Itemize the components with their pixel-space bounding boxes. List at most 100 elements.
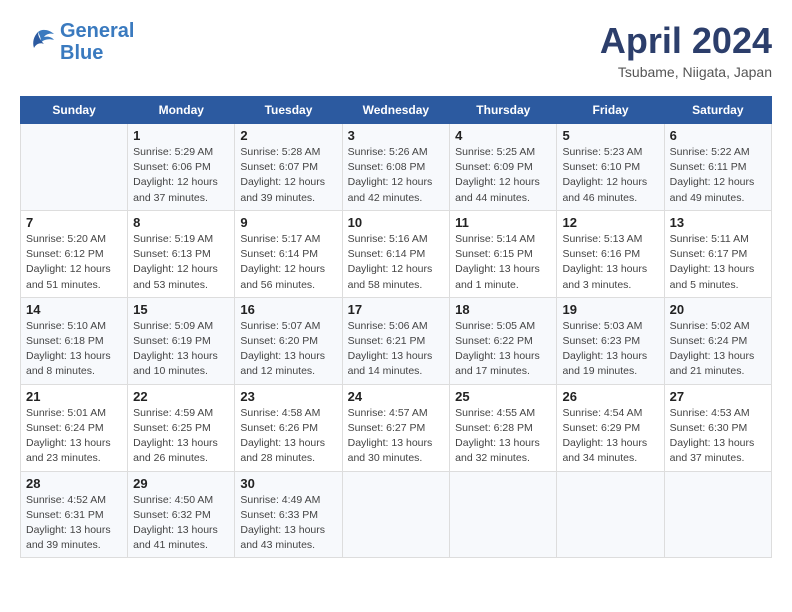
cell-info: Sunrise: 4:55 AM Sunset: 6:28 PM Dayligh… xyxy=(455,406,551,467)
calendar-cell: 2 Sunrise: 5:28 AM Sunset: 6:07 PM Daylig… xyxy=(235,124,342,211)
day-number: 8 xyxy=(133,215,229,230)
calendar-cell: 16 Sunrise: 5:07 AM Sunset: 6:20 PM Dayli… xyxy=(235,297,342,384)
cell-info: Sunrise: 5:14 AM Sunset: 6:15 PM Dayligh… xyxy=(455,232,551,293)
day-number: 21 xyxy=(26,389,122,404)
calendar-cell: 29Sunrise: 4:50 AM Sunset: 6:32 PM Dayli… xyxy=(128,471,235,558)
cell-info: Sunrise: 5:26 AM Sunset: 6:08 PM Dayligh… xyxy=(348,145,445,206)
day-number: 28 xyxy=(26,476,122,491)
calendar-cell xyxy=(450,471,557,558)
day-number: 17 xyxy=(348,302,445,317)
day-header-thursday: Thursday xyxy=(450,97,557,124)
cell-info: Sunrise: 5:17 AM Sunset: 6:14 PM Dayligh… xyxy=(240,232,336,293)
week-row-5: 28 Sunrise: 4:52 AM Sunset: 6:31 PM Dayli… xyxy=(21,471,772,558)
day-header-wednesday: Wednesday xyxy=(342,97,450,124)
cell-info: Sunrise: 5:22 AM Sunset: 6:11 PM Dayligh… xyxy=(670,145,766,206)
cell-info: Sunrise: 4:53 AM Sunset: 6:30 PM Dayligh… xyxy=(670,406,766,467)
calendar-cell: 7 Sunrise: 5:20 AM Sunset: 6:12 PM Daylig… xyxy=(21,210,128,297)
day-number: 13 xyxy=(670,215,766,230)
day-number: 15 xyxy=(133,302,229,317)
day-number: 11 xyxy=(455,215,551,230)
calendar-cell: 3 Sunrise: 5:26 AM Sunset: 6:08 PM Daylig… xyxy=(342,124,450,211)
calendar-cell: 30Sunrise: 4:49 AM Sunset: 6:33 PM Dayli… xyxy=(235,471,342,558)
cell-info: Sunrise: 5:11 AM Sunset: 6:17 PM Dayligh… xyxy=(670,232,766,293)
day-header-friday: Friday xyxy=(557,97,664,124)
day-number: 7 xyxy=(26,215,122,230)
cell-info: Sunrise: 4:50 AM Sunset: 6:32 PM Dayligh… xyxy=(133,493,229,554)
cell-info: Sunrise: 5:09 AM Sunset: 6:19 PM Dayligh… xyxy=(133,319,229,380)
day-number: 23 xyxy=(240,389,336,404)
day-number: 20 xyxy=(670,302,766,317)
day-number: 16 xyxy=(240,302,336,317)
calendar-cell: 13 Sunrise: 5:11 AM Sunset: 6:17 PM Dayli… xyxy=(664,210,771,297)
cell-info: Sunrise: 4:52 AM Sunset: 6:31 PM Dayligh… xyxy=(26,493,122,554)
calendar-cell: 24 Sunrise: 4:57 AM Sunset: 6:27 PM Dayli… xyxy=(342,384,450,471)
cell-info: Sunrise: 5:13 AM Sunset: 6:16 PM Dayligh… xyxy=(562,232,658,293)
day-header-monday: Monday xyxy=(128,97,235,124)
month-title: April 2024 xyxy=(600,20,772,62)
cell-info: Sunrise: 4:57 AM Sunset: 6:27 PM Dayligh… xyxy=(348,406,445,467)
calendar-cell: 26 Sunrise: 4:54 AM Sunset: 6:29 PM Dayli… xyxy=(557,384,664,471)
calendar-cell xyxy=(664,471,771,558)
day-number: 1 xyxy=(133,128,229,143)
cell-info: Sunrise: 5:02 AM Sunset: 6:24 PM Dayligh… xyxy=(670,319,766,380)
week-row-2: 7 Sunrise: 5:20 AM Sunset: 6:12 PM Daylig… xyxy=(21,210,772,297)
day-number: 24 xyxy=(348,389,445,404)
day-number: 22 xyxy=(133,389,229,404)
calendar-cell: 20 Sunrise: 5:02 AM Sunset: 6:24 PM Dayli… xyxy=(664,297,771,384)
cell-info: Sunrise: 5:07 AM Sunset: 6:20 PM Dayligh… xyxy=(240,319,336,380)
cell-info: Sunrise: 4:54 AM Sunset: 6:29 PM Dayligh… xyxy=(562,406,658,467)
day-number: 18 xyxy=(455,302,551,317)
cell-info: Sunrise: 5:10 AM Sunset: 6:18 PM Dayligh… xyxy=(26,319,122,380)
title-block: April 2024 Tsubame, Niigata, Japan xyxy=(600,20,772,80)
calendar-cell: 19Sunrise: 5:03 AM Sunset: 6:23 PM Dayli… xyxy=(557,297,664,384)
day-number: 12 xyxy=(562,215,658,230)
calendar-cell: 18 Sunrise: 5:05 AM Sunset: 6:22 PM Dayli… xyxy=(450,297,557,384)
calendar-cell: 28 Sunrise: 4:52 AM Sunset: 6:31 PM Dayli… xyxy=(21,471,128,558)
day-number: 3 xyxy=(348,128,445,143)
day-number: 9 xyxy=(240,215,336,230)
day-number: 25 xyxy=(455,389,551,404)
day-number: 2 xyxy=(240,128,336,143)
day-header-saturday: Saturday xyxy=(664,97,771,124)
cell-info: Sunrise: 4:58 AM Sunset: 6:26 PM Dayligh… xyxy=(240,406,336,467)
calendar-cell: 8 Sunrise: 5:19 AM Sunset: 6:13 PM Daylig… xyxy=(128,210,235,297)
week-row-4: 21 Sunrise: 5:01 AM Sunset: 6:24 PM Dayli… xyxy=(21,384,772,471)
calendar-cell: 1 Sunrise: 5:29 AM Sunset: 6:06 PM Daylig… xyxy=(128,124,235,211)
calendar-cell: 6Sunrise: 5:22 AM Sunset: 6:11 PM Daylig… xyxy=(664,124,771,211)
cell-info: Sunrise: 5:25 AM Sunset: 6:09 PM Dayligh… xyxy=(455,145,551,206)
calendar-cell: 22Sunrise: 4:59 AM Sunset: 6:25 PM Dayli… xyxy=(128,384,235,471)
week-row-1: 1 Sunrise: 5:29 AM Sunset: 6:06 PM Daylig… xyxy=(21,124,772,211)
cell-info: Sunrise: 5:28 AM Sunset: 6:07 PM Dayligh… xyxy=(240,145,336,206)
page-header: General Blue April 2024 Tsubame, Niigata… xyxy=(20,20,772,80)
cell-info: Sunrise: 5:29 AM Sunset: 6:06 PM Dayligh… xyxy=(133,145,229,206)
logo: General Blue xyxy=(20,20,134,64)
calendar-cell: 21 Sunrise: 5:01 AM Sunset: 6:24 PM Dayli… xyxy=(21,384,128,471)
cell-info: Sunrise: 5:03 AM Sunset: 6:23 PM Dayligh… xyxy=(562,319,658,380)
week-row-3: 14 Sunrise: 5:10 AM Sunset: 6:18 PM Dayli… xyxy=(21,297,772,384)
calendar-cell: 4Sunrise: 5:25 AM Sunset: 6:09 PM Daylig… xyxy=(450,124,557,211)
cell-info: Sunrise: 5:19 AM Sunset: 6:13 PM Dayligh… xyxy=(133,232,229,293)
calendar-cell xyxy=(21,124,128,211)
day-number: 26 xyxy=(562,389,658,404)
cell-info: Sunrise: 4:49 AM Sunset: 6:33 PM Dayligh… xyxy=(240,493,336,554)
cell-info: Sunrise: 5:06 AM Sunset: 6:21 PM Dayligh… xyxy=(348,319,445,380)
day-number: 27 xyxy=(670,389,766,404)
day-number: 10 xyxy=(348,215,445,230)
location: Tsubame, Niigata, Japan xyxy=(600,64,772,80)
cell-info: Sunrise: 5:01 AM Sunset: 6:24 PM Dayligh… xyxy=(26,406,122,467)
cell-info: Sunrise: 5:16 AM Sunset: 6:14 PM Dayligh… xyxy=(348,232,445,293)
day-number: 5 xyxy=(562,128,658,143)
calendar-cell: 12 Sunrise: 5:13 AM Sunset: 6:16 PM Dayli… xyxy=(557,210,664,297)
calendar-cell: 25 Sunrise: 4:55 AM Sunset: 6:28 PM Dayli… xyxy=(450,384,557,471)
cell-info: Sunrise: 5:05 AM Sunset: 6:22 PM Dayligh… xyxy=(455,319,551,380)
calendar-cell: 14 Sunrise: 5:10 AM Sunset: 6:18 PM Dayli… xyxy=(21,297,128,384)
logo-icon xyxy=(20,28,56,56)
calendar-cell: 15 Sunrise: 5:09 AM Sunset: 6:19 PM Dayli… xyxy=(128,297,235,384)
calendar-cell: 27 Sunrise: 4:53 AM Sunset: 6:30 PM Dayli… xyxy=(664,384,771,471)
cell-info: Sunrise: 5:20 AM Sunset: 6:12 PM Dayligh… xyxy=(26,232,122,293)
calendar-cell: 9 Sunrise: 5:17 AM Sunset: 6:14 PM Daylig… xyxy=(235,210,342,297)
day-number: 14 xyxy=(26,302,122,317)
day-header-sunday: Sunday xyxy=(21,97,128,124)
calendar-cell: 23 Sunrise: 4:58 AM Sunset: 6:26 PM Dayli… xyxy=(235,384,342,471)
calendar-cell xyxy=(557,471,664,558)
